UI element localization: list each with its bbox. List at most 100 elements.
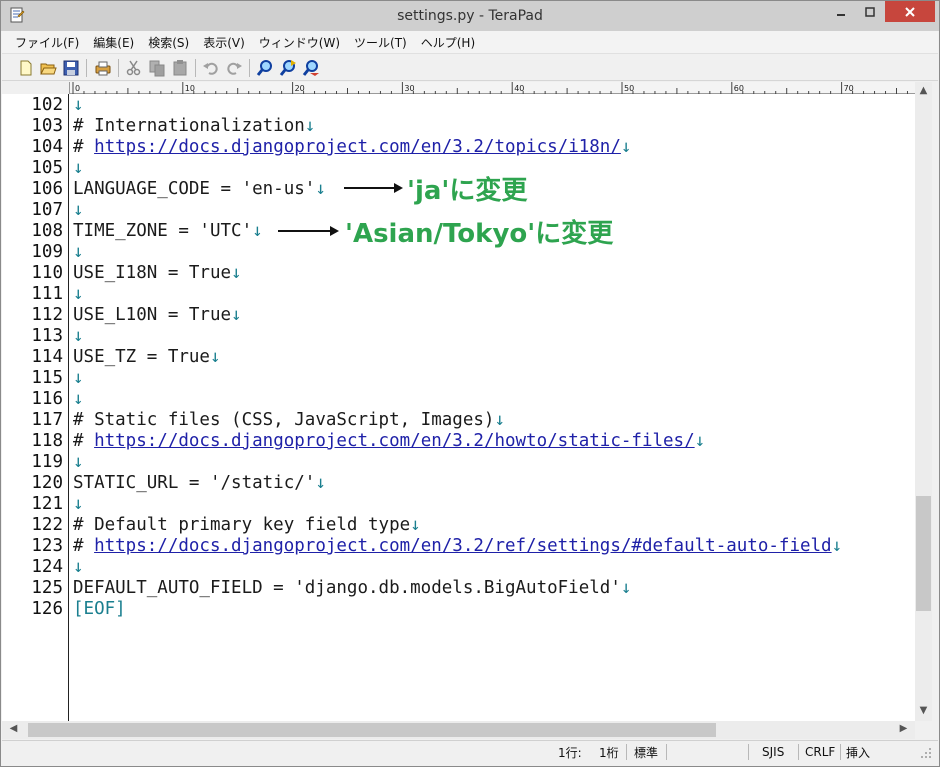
code-line[interactable]: STATIC_URL = '/static/'↓ [73,473,326,494]
return-mark-icon: ↓ [73,452,84,472]
paste-icon[interactable] [171,59,189,77]
line-number: 117 [31,410,63,430]
toolbar-separator [195,59,196,77]
resize-grip-icon[interactable] [920,747,932,759]
code-line[interactable]: ↓ [73,200,84,221]
return-mark-icon: ↓ [831,536,843,556]
open-folder-icon[interactable] [39,59,57,77]
code-link[interactable]: https://docs.djangoproject.com/en/3.2/ho… [94,431,695,451]
status-separator [840,744,841,760]
return-mark-icon: ↓ [73,242,84,262]
code-line[interactable]: USE_TZ = True↓ [73,347,221,368]
code-line[interactable]: ↓ [73,557,84,578]
close-icon [905,6,915,17]
save-icon[interactable] [62,59,80,77]
code-line[interactable]: ↓ [73,389,84,410]
title-bar[interactable]: settings.py - TeraPad [1,1,939,31]
code-text: # [73,431,95,451]
ruler-ticks: 0 10 20 30 40 50 60 70 [72,82,908,94]
code-line[interactable]: # https://docs.djangoproject.com/en/3.2/… [73,137,631,158]
find-icon[interactable] [256,59,274,77]
toolbar-separator [86,59,87,77]
return-mark-icon: ↓ [620,578,632,598]
vertical-scrollbar[interactable]: ▲ ▼ [915,82,932,721]
code-link[interactable]: https://docs.djangoproject.com/en/3.2/re… [94,536,832,556]
code-link[interactable]: https://docs.djangoproject.com/en/3.2/to… [94,137,621,157]
return-mark-icon: ↓ [73,95,84,115]
close-button[interactable] [885,1,935,22]
code-line[interactable]: ↓ [73,494,84,515]
maximize-button[interactable] [856,1,884,22]
find-prev-icon[interactable] [302,59,320,77]
column-ruler: 0 10 20 30 40 50 60 70 [2,82,916,94]
return-mark-icon: ↓ [73,494,84,514]
status-mode: 標準 [634,745,659,760]
return-mark-icon: ↓ [410,515,421,535]
cut-icon[interactable] [125,59,143,77]
menu-window[interactable]: ウィンドウ(W) [252,34,347,51]
code-line[interactable]: ↓ [73,242,84,263]
code-line[interactable]: # https://docs.djangoproject.com/en/3.2/… [73,431,705,452]
menu-edit[interactable]: 編集(E) [86,34,141,51]
code-line[interactable]: DEFAULT_AUTO_FIELD = 'django.db.models.B… [73,578,631,599]
line-number: 123 [31,536,63,556]
code-text: # [73,137,95,157]
maximize-icon [865,6,875,17]
code-line[interactable]: ↓ [73,452,84,473]
print-icon[interactable] [94,59,112,77]
vertical-scroll-thumb[interactable] [916,496,931,611]
line-number: 121 [31,494,63,514]
code-text: # Default primary key field type [73,515,411,535]
menu-tools[interactable]: ツール(T) [347,34,414,51]
horizontal-scroll-thumb[interactable] [28,723,716,737]
code-line[interactable]: ↓ [73,284,84,305]
code-line[interactable]: [EOF] [73,599,126,620]
code-line[interactable]: LANGUAGE_CODE = 'en-us'↓ [73,179,326,200]
horizontal-scrollbar[interactable]: ◀ ▶ [2,721,915,739]
status-separator [666,744,667,760]
scroll-right-icon[interactable]: ▶ [895,723,912,734]
undo-icon[interactable] [202,59,220,77]
terapad-window: settings.py - TeraPad ファイル(F) 編集(E) 検索(S… [0,0,940,767]
code-line[interactable]: # https://docs.djangoproject.com/en/3.2/… [73,536,842,557]
menu-file[interactable]: ファイル(F) [8,34,86,51]
code-text: USE_TZ = True [73,347,210,367]
find-next-icon[interactable] [279,59,297,77]
menu-view[interactable]: 表示(V) [196,34,252,51]
code-line[interactable]: # Static files (CSS, JavaScript, Images)… [73,410,505,431]
ruler-mark-label: 10 [185,84,195,93]
line-number: 112 [31,305,63,325]
code-line[interactable]: USE_I18N = True↓ [73,263,242,284]
code-text: USE_L10N = True [73,305,232,325]
code-text: # Internationalization [73,116,305,136]
return-mark-icon: ↓ [494,410,505,430]
menu-search[interactable]: 検索(S) [141,34,196,51]
code-line[interactable]: USE_L10N = True↓ [73,305,242,326]
redo-icon[interactable] [225,59,243,77]
code-line[interactable]: ↓ [73,158,84,179]
line-number: 102 [31,95,63,115]
code-line[interactable]: # Default primary key field type↓ [73,515,421,536]
code-line[interactable]: ↓ [73,95,84,116]
code-text: USE_I18N = True [73,263,232,283]
window-title: settings.py - TeraPad [397,8,543,24]
menu-help[interactable]: ヘルプ(H) [414,34,482,51]
scroll-left-icon[interactable]: ◀ [5,723,22,734]
return-mark-icon: ↓ [252,221,263,241]
code-line[interactable]: TIME_ZONE = 'UTC'↓ [73,221,263,242]
return-mark-icon: ↓ [209,347,221,367]
return-mark-icon: ↓ [304,116,316,136]
status-separator [798,744,799,760]
ruler-mark-label: 30 [404,84,414,93]
copy-icon[interactable] [148,59,166,77]
code-text: LANGUAGE_CODE = 'en-us' [73,179,316,199]
text-editor[interactable]: 102 ↓ 103 # Internationalization↓ 104 # https… [2,94,915,721]
new-file-icon[interactable] [17,59,35,77]
code-line[interactable]: ↓ [73,326,84,347]
code-line[interactable]: # Internationalization↓ [73,116,315,137]
minimize-button[interactable] [827,1,855,22]
scroll-down-icon[interactable]: ▼ [915,705,932,716]
scroll-up-icon[interactable]: ▲ [915,85,932,96]
code-line[interactable]: ↓ [73,368,84,389]
toolbar [2,53,938,81]
